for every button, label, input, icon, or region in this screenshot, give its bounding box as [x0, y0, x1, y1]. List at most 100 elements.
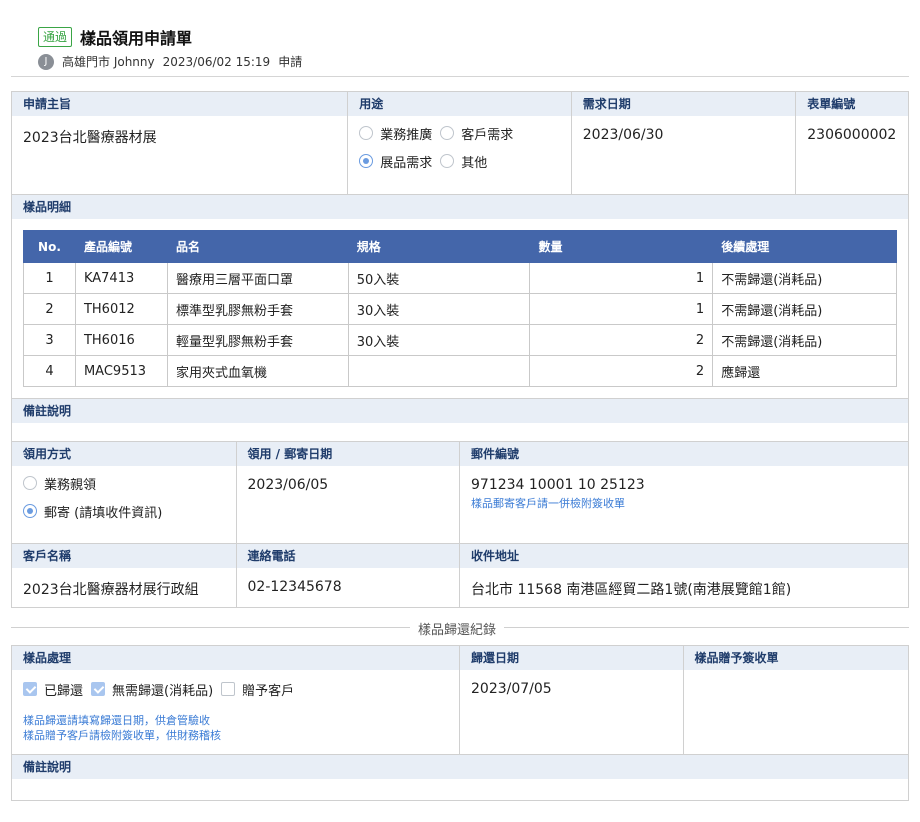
phone-value: 02-12345678 — [247, 579, 342, 595]
return-date-field: 歸還日期 2023/07/05 — [460, 646, 684, 754]
purpose-option-customer[interactable]: 客戶需求 — [440, 124, 513, 143]
tracking-note: 樣品郵寄客戶請一併檢附簽收單 — [471, 497, 625, 510]
subject-value: 2023台北醫療器材展 — [23, 130, 157, 146]
cell-qty: 2 — [529, 324, 714, 356]
avatar: J — [38, 53, 54, 70]
apply-action: 申請 — [278, 55, 303, 69]
address-field: 收件地址 台北市 11568 南港區經貿二路1號(南港展覽館1館) — [460, 544, 908, 607]
cell-spec: 50入裝 — [347, 262, 531, 294]
radio-icon — [440, 154, 455, 168]
purpose-label: 用途 — [348, 92, 571, 116]
radio-selected-icon — [23, 504, 37, 518]
pickup-form: 領用方式 業務親領 郵寄 (請填收件資訊) 領用 / 郵寄日期 2023/06/… — [11, 441, 909, 608]
items-label: 樣品明細 — [12, 195, 908, 219]
return-remark-value — [12, 779, 908, 783]
remark-section: 備註說明 — [12, 398, 908, 443]
pickup-method-field: 領用方式 業務親領 郵寄 (請填收件資訊) — [12, 442, 237, 543]
radio-selected-icon — [359, 154, 374, 168]
return-remark-section: 備註說明 — [12, 754, 908, 800]
form-no-label: 表單編號 — [796, 92, 908, 116]
table-row: 4 MAC9513 家用夾式血氧機 2 應歸還 — [23, 355, 897, 387]
need-date-label: 需求日期 — [571, 92, 796, 116]
customer-label: 客戶名稱 — [12, 544, 236, 568]
checkbox-checked-icon — [91, 682, 106, 696]
customer-field: 客戶名稱 2023台北醫療器材展行政組 — [12, 544, 237, 607]
handling-option-consumable[interactable]: 無需歸還(消耗品) — [91, 680, 213, 699]
cell-qty: 1 — [529, 293, 714, 325]
gift-receipt-label: 樣品贈予簽收單 — [683, 646, 908, 670]
col-no: No. — [23, 230, 76, 263]
cell-name: 醫療用三層平面口罩 — [166, 262, 349, 294]
purpose-option-exhibit[interactable]: 展品需求 — [359, 152, 432, 171]
subject-field: 申請主旨 2023台北醫療器材展 — [12, 92, 349, 194]
address-value: 台北市 11568 南港區經貿二路1號(南港展覽館1館) — [471, 582, 792, 598]
col-follow: 後續處理 — [712, 230, 897, 263]
cell-qty: 1 — [529, 262, 714, 294]
radio-icon — [440, 126, 455, 140]
return-divider-title: 樣品歸還紀錄 — [410, 619, 505, 638]
handling-label: 樣品處理 — [12, 646, 459, 670]
cell-name: 輕量型乳膠無粉手套 — [166, 324, 349, 356]
cell-follow: 不需歸還(消耗品) — [712, 262, 897, 294]
pickup-date-value: 2023/06/05 — [247, 477, 329, 493]
form-no-field: 表單編號 2306000002 — [796, 92, 908, 194]
purpose-field: 用途 業務推廣 客戶需求 展品需求 其他 — [348, 92, 572, 194]
pickup-date-field: 領用 / 郵寄日期 2023/06/05 — [236, 442, 460, 543]
return-form: 樣品處理 已歸還 無需歸還(消耗品) 贈予客戶 樣品歸還請填寫歸還日期，供倉管驗… — [11, 645, 909, 801]
header-divider — [11, 76, 909, 77]
checkbox-icon — [221, 682, 236, 696]
cell-name: 標準型乳膠無粉手套 — [166, 293, 349, 325]
return-date-value: 2023/07/05 — [471, 681, 552, 697]
radio-icon — [359, 126, 374, 140]
checkbox-checked-icon — [23, 682, 37, 696]
address-label: 收件地址 — [460, 544, 908, 568]
return-date-label: 歸還日期 — [460, 646, 683, 670]
items-section: 樣品明細 No. 產品編號 品名 規格 數量 後續處理 1 KA7413 醫療用… — [12, 194, 908, 387]
table-row: 1 KA7413 醫療用三層平面口罩 50入裝 1 不需歸還(消耗品) — [23, 262, 897, 294]
status-badge: 通過 — [38, 27, 73, 47]
cell-code: MAC9513 — [74, 355, 168, 387]
purpose-option-other[interactable]: 其他 — [440, 152, 487, 171]
cell-no: 3 — [23, 324, 76, 356]
handling-note-1: 樣品歸還請填寫歸還日期，供倉管驗收 — [23, 714, 210, 727]
cell-follow: 應歸還 — [712, 355, 897, 387]
form-header: 通過 樣品領用申請單 J 高雄門市 Johnny 2023/06/02 15:1… — [38, 24, 908, 70]
cell-name: 家用夾式血氧機 — [166, 355, 349, 387]
items-table-header: No. 產品編號 品名 規格 數量 後續處理 — [23, 230, 897, 263]
gift-receipt-field: 樣品贈予簽收單 — [683, 646, 908, 754]
cell-code: KA7413 — [74, 262, 168, 294]
purpose-option-promotion[interactable]: 業務推廣 — [359, 124, 432, 143]
phone-field: 連絡電話 02-12345678 — [236, 544, 460, 607]
applicant-name: 高雄門市 Johnny — [62, 55, 155, 69]
cell-spec: 30入裝 — [347, 293, 531, 325]
cell-no: 1 — [23, 262, 76, 294]
cell-follow: 不需歸還(消耗品) — [712, 293, 897, 325]
form-no-value: 2306000002 — [807, 127, 897, 143]
cell-follow: 不需歸還(消耗品) — [712, 324, 897, 356]
method-option-mail[interactable]: 郵寄 (請填收件資訊) — [23, 497, 225, 525]
subject-label: 申請主旨 — [12, 92, 348, 116]
tracking-value: 971234 10001 10 25123 — [471, 477, 645, 493]
need-date-value: 2023/06/30 — [582, 127, 664, 143]
cell-spec: 30入裝 — [347, 324, 531, 356]
items-table: No. 產品編號 品名 規格 數量 後續處理 1 KA7413 醫療用三層平面口… — [23, 230, 897, 387]
handling-option-returned[interactable]: 已歸還 — [23, 680, 83, 699]
pickup-date-label: 領用 / 郵寄日期 — [236, 442, 459, 466]
method-option-self[interactable]: 業務親領 — [23, 469, 225, 497]
handling-option-gift[interactable]: 贈予客戶 — [221, 680, 294, 699]
cell-no: 4 — [23, 355, 76, 387]
handling-note-2: 樣品贈予客戶請檢附簽收單，供財務稽核 — [23, 729, 221, 742]
apply-datetime: 2023/06/02 15:19 — [162, 54, 271, 69]
col-code: 產品編號 — [74, 230, 168, 263]
col-qty: 數量 — [529, 230, 714, 263]
table-row: 2 TH6012 標準型乳膠無粉手套 30入裝 1 不需歸還(消耗品) — [23, 293, 897, 325]
tracking-label: 郵件編號 — [460, 442, 908, 466]
table-row: 3 TH6016 輕量型乳膠無粉手套 30入裝 2 不需歸還(消耗品) — [23, 324, 897, 356]
cell-spec — [347, 355, 531, 387]
customer-value: 2023台北醫療器材展行政組 — [23, 582, 199, 598]
cell-code: TH6012 — [74, 293, 168, 325]
need-date-field: 需求日期 2023/06/30 — [571, 92, 797, 194]
pickup-method-label: 領用方式 — [12, 442, 236, 466]
return-remark-label: 備註說明 — [12, 755, 908, 779]
phone-label: 連絡電話 — [236, 544, 459, 568]
